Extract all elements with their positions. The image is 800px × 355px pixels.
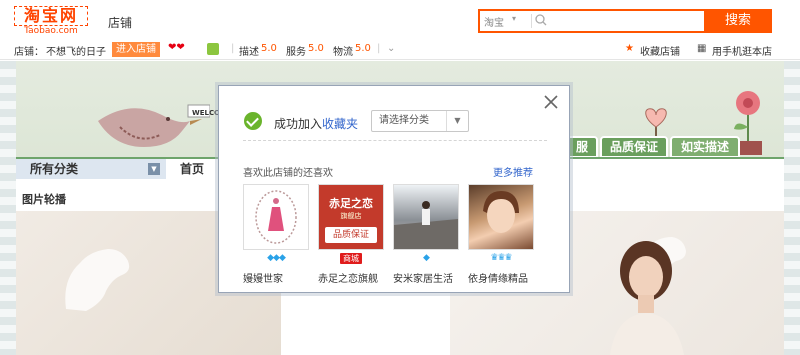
recommended-shop[interactable]: 赤足之恋 旗舰店 品质保证 商城 赤足之恋旗舰 [318,184,384,285]
shop-channel-label: 店铺 [108,16,133,30]
logo-text: 淘宝网 [14,6,88,26]
shop-name[interactable]: 依身倩缘精品 [468,270,534,285]
score-desc-value: 5.0 [261,43,277,54]
shop-name[interactable]: 不想飞的日子 [46,43,106,58]
bird-illustration-icon [98,104,210,147]
shop-level-crown-icon: ♛♛♛ [490,253,512,263]
score-ship-label: 物流 [333,47,353,58]
chevron-down-icon: ▼ [148,163,160,175]
search-icon [535,14,547,26]
recommended-shop[interactable]: ◆◆◆ 嫚嫚世家 [243,184,309,285]
tab-home[interactable]: 首页 [180,159,204,179]
taobao-logo[interactable]: 淘宝网 Taobao.com [14,6,88,36]
horse-statue-icon [65,249,130,311]
search-button[interactable]: 搜索 [704,9,772,33]
close-icon[interactable] [543,94,559,110]
model-photo-icon [610,241,684,355]
also-like-title: 喜欢此店铺的还喜欢 [243,168,333,179]
lace-border-left [0,61,16,355]
chevron-down-icon: ▼ [446,111,468,131]
shop-thumbnail[interactable] [468,184,534,250]
tag-service: 服 [566,136,598,158]
thumb-quality-tag: 品质保证 [325,227,377,243]
portrait-photo-icon [483,191,519,233]
search-box: 淘宝 ▾ 搜索 [478,9,772,33]
all-categories-label: 所有分类 [30,162,79,176]
seller-level-hearts-icon: ❤❤ [168,42,185,53]
qr-code-icon: ▦ [697,43,707,54]
search-scope-label: 淘宝 [484,18,504,29]
recommended-shop[interactable]: ♛♛♛ 依身倩缘精品 [468,184,534,285]
logo-domain: Taobao.com [24,26,78,36]
shop-level-diamond-icon: ◆ [423,253,430,263]
more-recommendations-link[interactable]: 更多推荐 [493,164,533,179]
divider: | [377,43,381,54]
divider: | [231,43,235,54]
mall-badge: 商城 [318,253,384,265]
enter-shop-button[interactable]: 进入店铺 [112,42,160,57]
shop-info-bar: 店铺： 不想飞的日子 进入店铺 ❤❤ | 描述 5.0 服务 5.0 物流 5.… [0,40,800,60]
all-categories-menu[interactable]: 所有分类 ▼ [16,159,166,179]
shop-name[interactable]: 嫚嫚世家 [243,270,309,285]
recommended-shop[interactable]: ◆ 安米家居生活 [393,184,459,285]
score-ship-value: 5.0 [355,43,371,54]
mall-badge-label: 商城 [340,253,362,264]
divider [243,140,547,141]
search-scope-select[interactable]: 淘宝 ▾ [484,14,532,29]
road-photo-icon [394,201,458,249]
tag-quality: 品质保证 [600,136,668,158]
favorite-shop-link[interactable]: 收藏店铺 [640,43,680,58]
rating-smile-icon [207,43,219,55]
category-select[interactable]: 请选择分类 ▼ [371,110,469,132]
tag-description: 如实描述 [670,136,740,158]
mobile-browse-link[interactable]: 用手机逛本店 [712,43,772,58]
thumb-brand: 赤足之恋 [329,197,373,210]
lace-border-right [784,61,800,355]
score-service-value: 5.0 [308,43,324,54]
score-service-label: 服务 [286,47,306,58]
expand-chevron-icon[interactable]: ⌄ [387,43,395,54]
score-desc-label: 描述 [239,47,259,58]
carousel-title: 图片轮播 [22,193,66,206]
chevron-down-icon: ▾ [512,14,517,23]
favorites-link[interactable]: 收藏夹 [322,117,358,131]
success-prefix: 成功加入 [274,117,323,131]
category-select-value: 请选择分类 [379,115,429,126]
shop-name[interactable]: 赤足之恋旗舰 [318,270,384,285]
shop-thumbnail[interactable] [393,184,459,250]
star-icon: ★ [625,43,634,54]
top-header: 淘宝网 Taobao.com 店铺 淘宝 ▾ 搜索 [0,0,800,40]
shop-thumbnail[interactable]: 赤足之恋 旗舰店 品质保证 [318,184,384,250]
shop-thumbnail[interactable] [243,184,309,250]
success-check-icon [244,112,262,130]
shop-prefix-label: 店铺： [14,47,44,58]
shop-level-diamond-icon: ◆◆◆ [267,253,286,263]
favorite-success-dialog: 成功加入收藏夹 请选择分类 ▼ 喜欢此店铺的还喜欢 更多推荐 ◆◆◆ 嫚嫚世家 … [218,85,570,293]
search-input[interactable] [550,13,700,29]
dress-logo-icon [255,190,297,244]
success-message: 成功加入收藏夹 [274,115,358,132]
shop-name[interactable]: 安米家居生活 [393,270,459,285]
thumb-sub: 旗舰店 [340,212,362,220]
